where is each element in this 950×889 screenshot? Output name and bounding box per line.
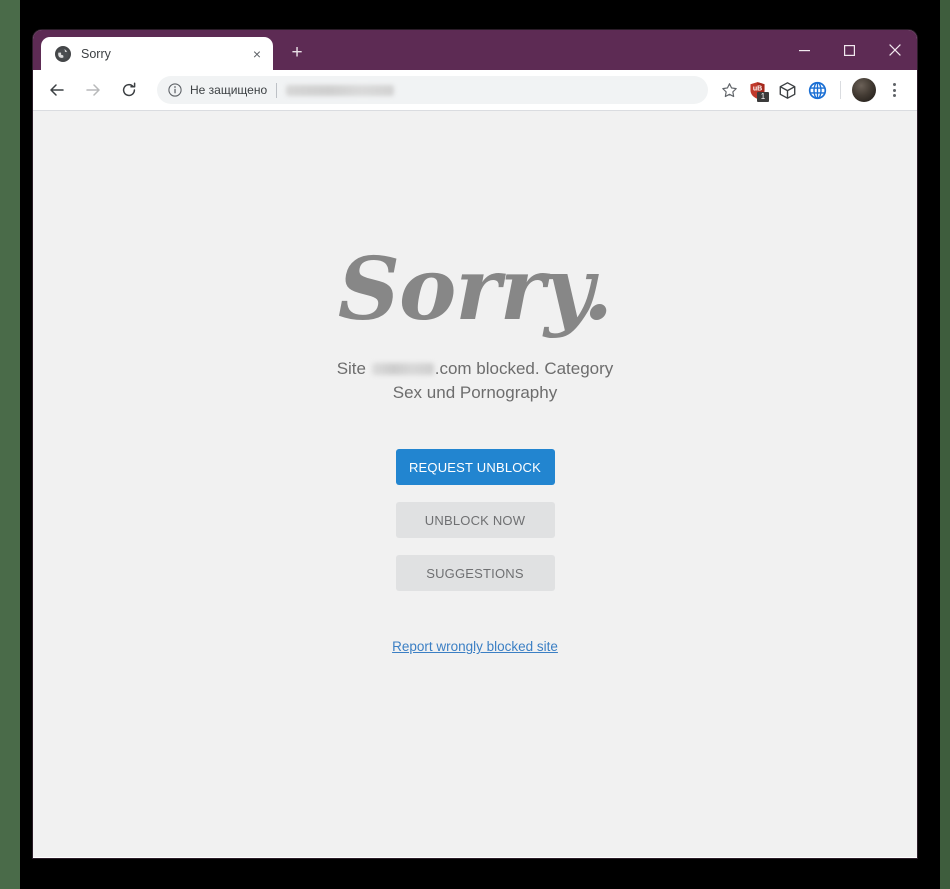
- browser-window: Sorry × + Не защищено uB 1 Sorry. Site .…: [33, 30, 917, 858]
- close-icon[interactable]: [872, 30, 917, 70]
- blue-globe-icon[interactable]: [804, 77, 830, 103]
- three-dot-menu-icon[interactable]: [881, 77, 907, 103]
- globe-icon: [55, 45, 71, 62]
- back-arrow-icon[interactable]: [42, 75, 72, 105]
- reload-icon[interactable]: [114, 75, 144, 105]
- package-box-icon[interactable]: [774, 77, 800, 103]
- star-icon[interactable]: [716, 77, 742, 103]
- unblock-now-button[interactable]: UNBLOCK NOW: [395, 502, 555, 539]
- address-bar[interactable]: Не защищено: [157, 76, 708, 104]
- suggestions-button[interactable]: SUGGESTIONS: [395, 555, 555, 592]
- security-status-text: Не защищено: [190, 83, 268, 97]
- browser-tab[interactable]: Sorry ×: [41, 37, 273, 70]
- redacted-domain: [371, 363, 434, 375]
- block-message: Site .com blocked. Category Sex und Porn…: [325, 357, 625, 405]
- action-buttons: REQUEST UNBLOCK UNBLOCK NOW SUGGESTIONS: [395, 449, 555, 592]
- omnibox-divider: [276, 82, 278, 98]
- new-tab-button[interactable]: +: [285, 40, 309, 64]
- close-tab-icon[interactable]: ×: [247, 44, 267, 64]
- tab-title: Sorry: [81, 46, 111, 61]
- forward-arrow-icon[interactable]: [78, 75, 108, 105]
- desktop-background-strip: [0, 0, 20, 889]
- avatar[interactable]: [852, 78, 876, 102]
- ublock-badge-count: 1: [757, 92, 769, 102]
- sorry-logo: Sorry.: [337, 239, 613, 340]
- request-unblock-button[interactable]: REQUEST UNBLOCK: [395, 449, 555, 486]
- url-input[interactable]: [286, 84, 395, 96]
- ublock-origin-icon[interactable]: uB 1: [744, 77, 770, 103]
- toolbar-divider: [840, 81, 841, 99]
- info-circle-icon[interactable]: [167, 82, 183, 98]
- browser-title-bar: Sorry × +: [33, 30, 917, 70]
- desktop-background-strip-right: [940, 0, 950, 889]
- page-content: Sorry. Site .com blocked. Category Sex u…: [33, 111, 917, 857]
- block-message-prefix: Site: [336, 359, 371, 378]
- browser-toolbar: Не защищено uB 1: [33, 70, 917, 111]
- maximize-icon[interactable]: [827, 30, 872, 70]
- report-wrongly-blocked-link[interactable]: Report wrongly blocked site: [392, 639, 558, 654]
- minimize-icon[interactable]: [782, 30, 827, 70]
- window-controls: [782, 30, 917, 70]
